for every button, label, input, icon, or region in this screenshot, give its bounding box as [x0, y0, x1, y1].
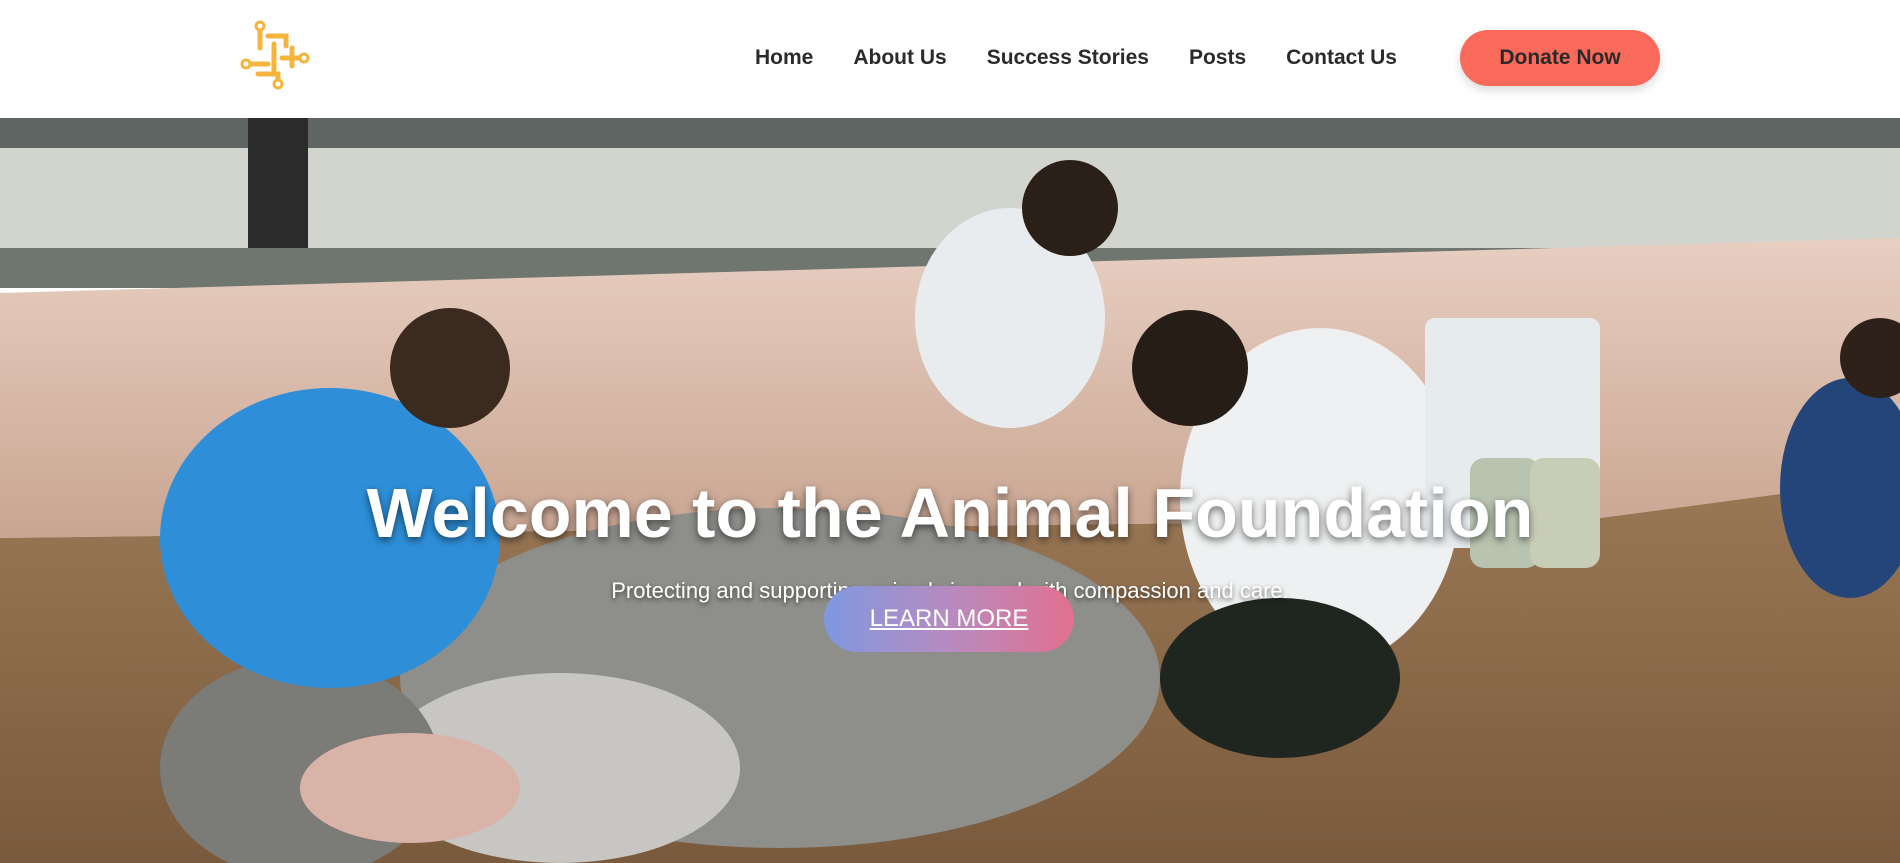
hero-title: Welcome to the Animal Foundation — [366, 474, 1534, 552]
nav-home[interactable]: Home — [755, 46, 813, 70]
donate-now-button[interactable]: Donate Now — [1460, 30, 1660, 86]
learn-more-button[interactable]: LEARN MORE — [824, 586, 1074, 652]
logo-icon[interactable] — [238, 18, 314, 90]
main-nav: Home About Us Success Stories Posts Cont… — [755, 30, 1437, 86]
nav-contact-us[interactable]: Contact Us — [1286, 46, 1397, 70]
nav-posts[interactable]: Posts — [1189, 46, 1246, 70]
nav-about-us[interactable]: About Us — [853, 46, 946, 70]
nav-success-stories[interactable]: Success Stories — [987, 46, 1149, 70]
navbar: Home About Us Success Stories Posts Cont… — [0, 0, 1900, 118]
hero-section: Welcome to the Animal Foundation Protect… — [0, 118, 1900, 863]
